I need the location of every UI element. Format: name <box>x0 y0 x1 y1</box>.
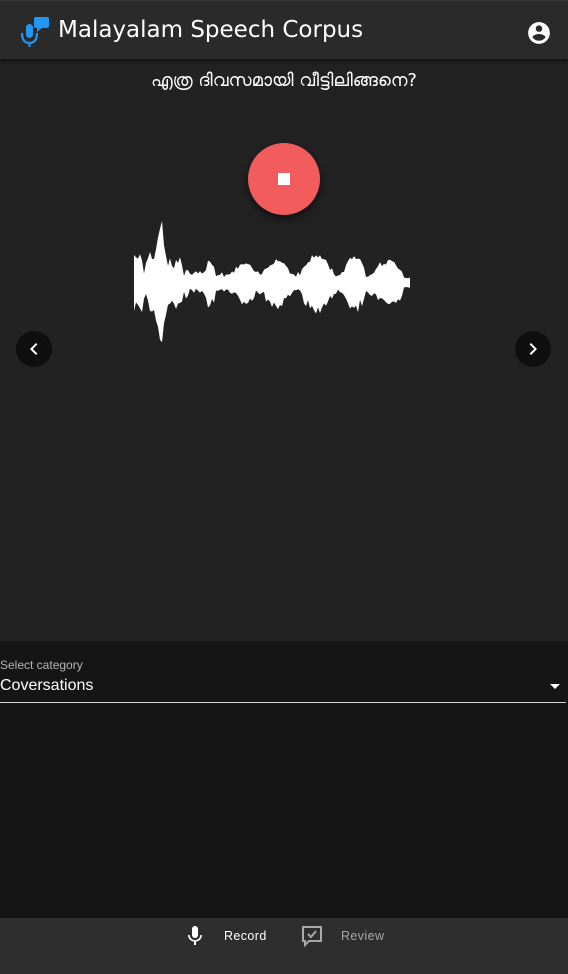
mic-chat-logo-icon <box>20 17 49 47</box>
category-label: Select category <box>0 658 83 672</box>
category-selected-value: Coversations <box>0 677 94 694</box>
nav-review[interactable]: Review <box>298 918 398 956</box>
arrow-drop-down-icon <box>550 684 560 689</box>
next-sentence-button[interactable] <box>515 331 551 367</box>
stop-icon <box>278 173 290 185</box>
rate-review-icon <box>302 926 322 948</box>
chevron-right-icon <box>529 343 537 355</box>
app-title: Malayalam Speech Corpus <box>58 17 364 43</box>
app-bar: Malayalam Speech Corpus <box>0 0 568 59</box>
category-select[interactable]: Coversations <box>0 674 566 703</box>
chevron-left-icon <box>30 343 38 355</box>
prompt-sentence: എത്ര ദിവസമായി വീട്ടിലിങ്ങനെ? <box>151 70 417 91</box>
account-circle-icon[interactable] <box>526 20 552 46</box>
category-section: Select category Coversations <box>0 641 568 703</box>
nav-record[interactable]: Record <box>182 918 282 956</box>
recorder-panel: എത്ര ദിവസമായി വീട്ടിലിങ്ങനെ? <box>0 59 568 641</box>
app-root: Malayalam Speech Corpus എത്ര ദിവസമായി വീ… <box>0 0 568 974</box>
mic-icon <box>188 926 202 945</box>
nav-record-label: Record <box>224 929 267 943</box>
bottom-navigation: Record Review <box>0 918 568 974</box>
nav-review-label: Review <box>341 929 385 943</box>
previous-sentence-button[interactable] <box>16 331 52 367</box>
stop-recording-button[interactable] <box>248 143 320 215</box>
audio-waveform <box>134 221 410 343</box>
